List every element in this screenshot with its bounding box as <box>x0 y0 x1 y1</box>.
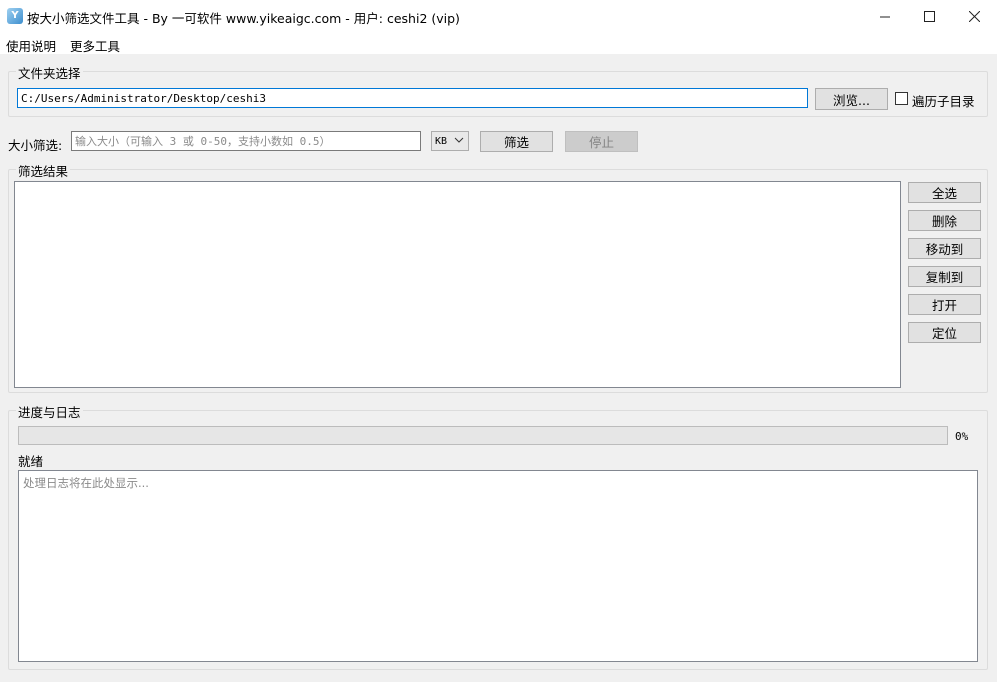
unit-select[interactable]: KB <box>431 131 469 151</box>
menu-more-tools[interactable]: 更多工具 <box>70 36 120 55</box>
subdirs-checkbox[interactable] <box>895 92 908 105</box>
browse-button[interactable]: 浏览... <box>815 88 888 110</box>
open-button[interactable]: 打开 <box>908 294 981 315</box>
size-filter-label: 大小筛选: <box>8 138 63 153</box>
maximize-button[interactable] <box>906 0 952 32</box>
close-button[interactable] <box>951 0 997 32</box>
window-title: 按大小筛选文件工具 - By 一可软件 www.yikeaigc.com - 用… <box>27 11 460 26</box>
progress-group-label: 进度与日志 <box>16 402 83 421</box>
maximize-icon <box>923 10 935 22</box>
app-icon: Y <box>7 8 23 24</box>
progress-percent: 0% <box>955 430 969 443</box>
size-input[interactable]: 输入大小（可输入 3 或 0-50，支持小数如 0.5） <box>71 131 421 151</box>
status-text: 就绪 <box>18 454 44 469</box>
close-icon <box>968 10 980 22</box>
folder-group-label: 文件夹选择 <box>16 63 83 82</box>
filter-button[interactable]: 筛选 <box>480 131 553 152</box>
folder-path-input[interactable]: C:/Users/Administrator/Desktop/ceshi3 <box>17 88 808 108</box>
log-area[interactable]: 处理日志将在此处显示... <box>18 470 978 662</box>
minimize-icon <box>879 16 890 17</box>
move-to-button[interactable]: 移动到 <box>908 238 981 259</box>
log-placeholder: 处理日志将在此处显示... <box>23 476 149 490</box>
subdirs-label: 遍历子目录 <box>912 94 975 109</box>
locate-button[interactable]: 定位 <box>908 322 981 343</box>
results-list[interactable] <box>14 181 901 388</box>
menu-help[interactable]: 使用说明 <box>6 36 56 55</box>
chevron-down-icon <box>454 137 464 143</box>
results-group-label: 筛选结果 <box>16 161 71 180</box>
menu-bar: 使用说明 更多工具 <box>0 32 997 54</box>
progress-bar <box>18 426 948 445</box>
delete-button[interactable]: 删除 <box>908 210 981 231</box>
minimize-button[interactable] <box>862 0 908 32</box>
stop-button[interactable]: 停止 <box>565 131 638 152</box>
copy-to-button[interactable]: 复制到 <box>908 266 981 287</box>
select-all-button[interactable]: 全选 <box>908 182 981 203</box>
title-bar: Y 按大小筛选文件工具 - By 一可软件 www.yikeaigc.com -… <box>0 0 997 32</box>
